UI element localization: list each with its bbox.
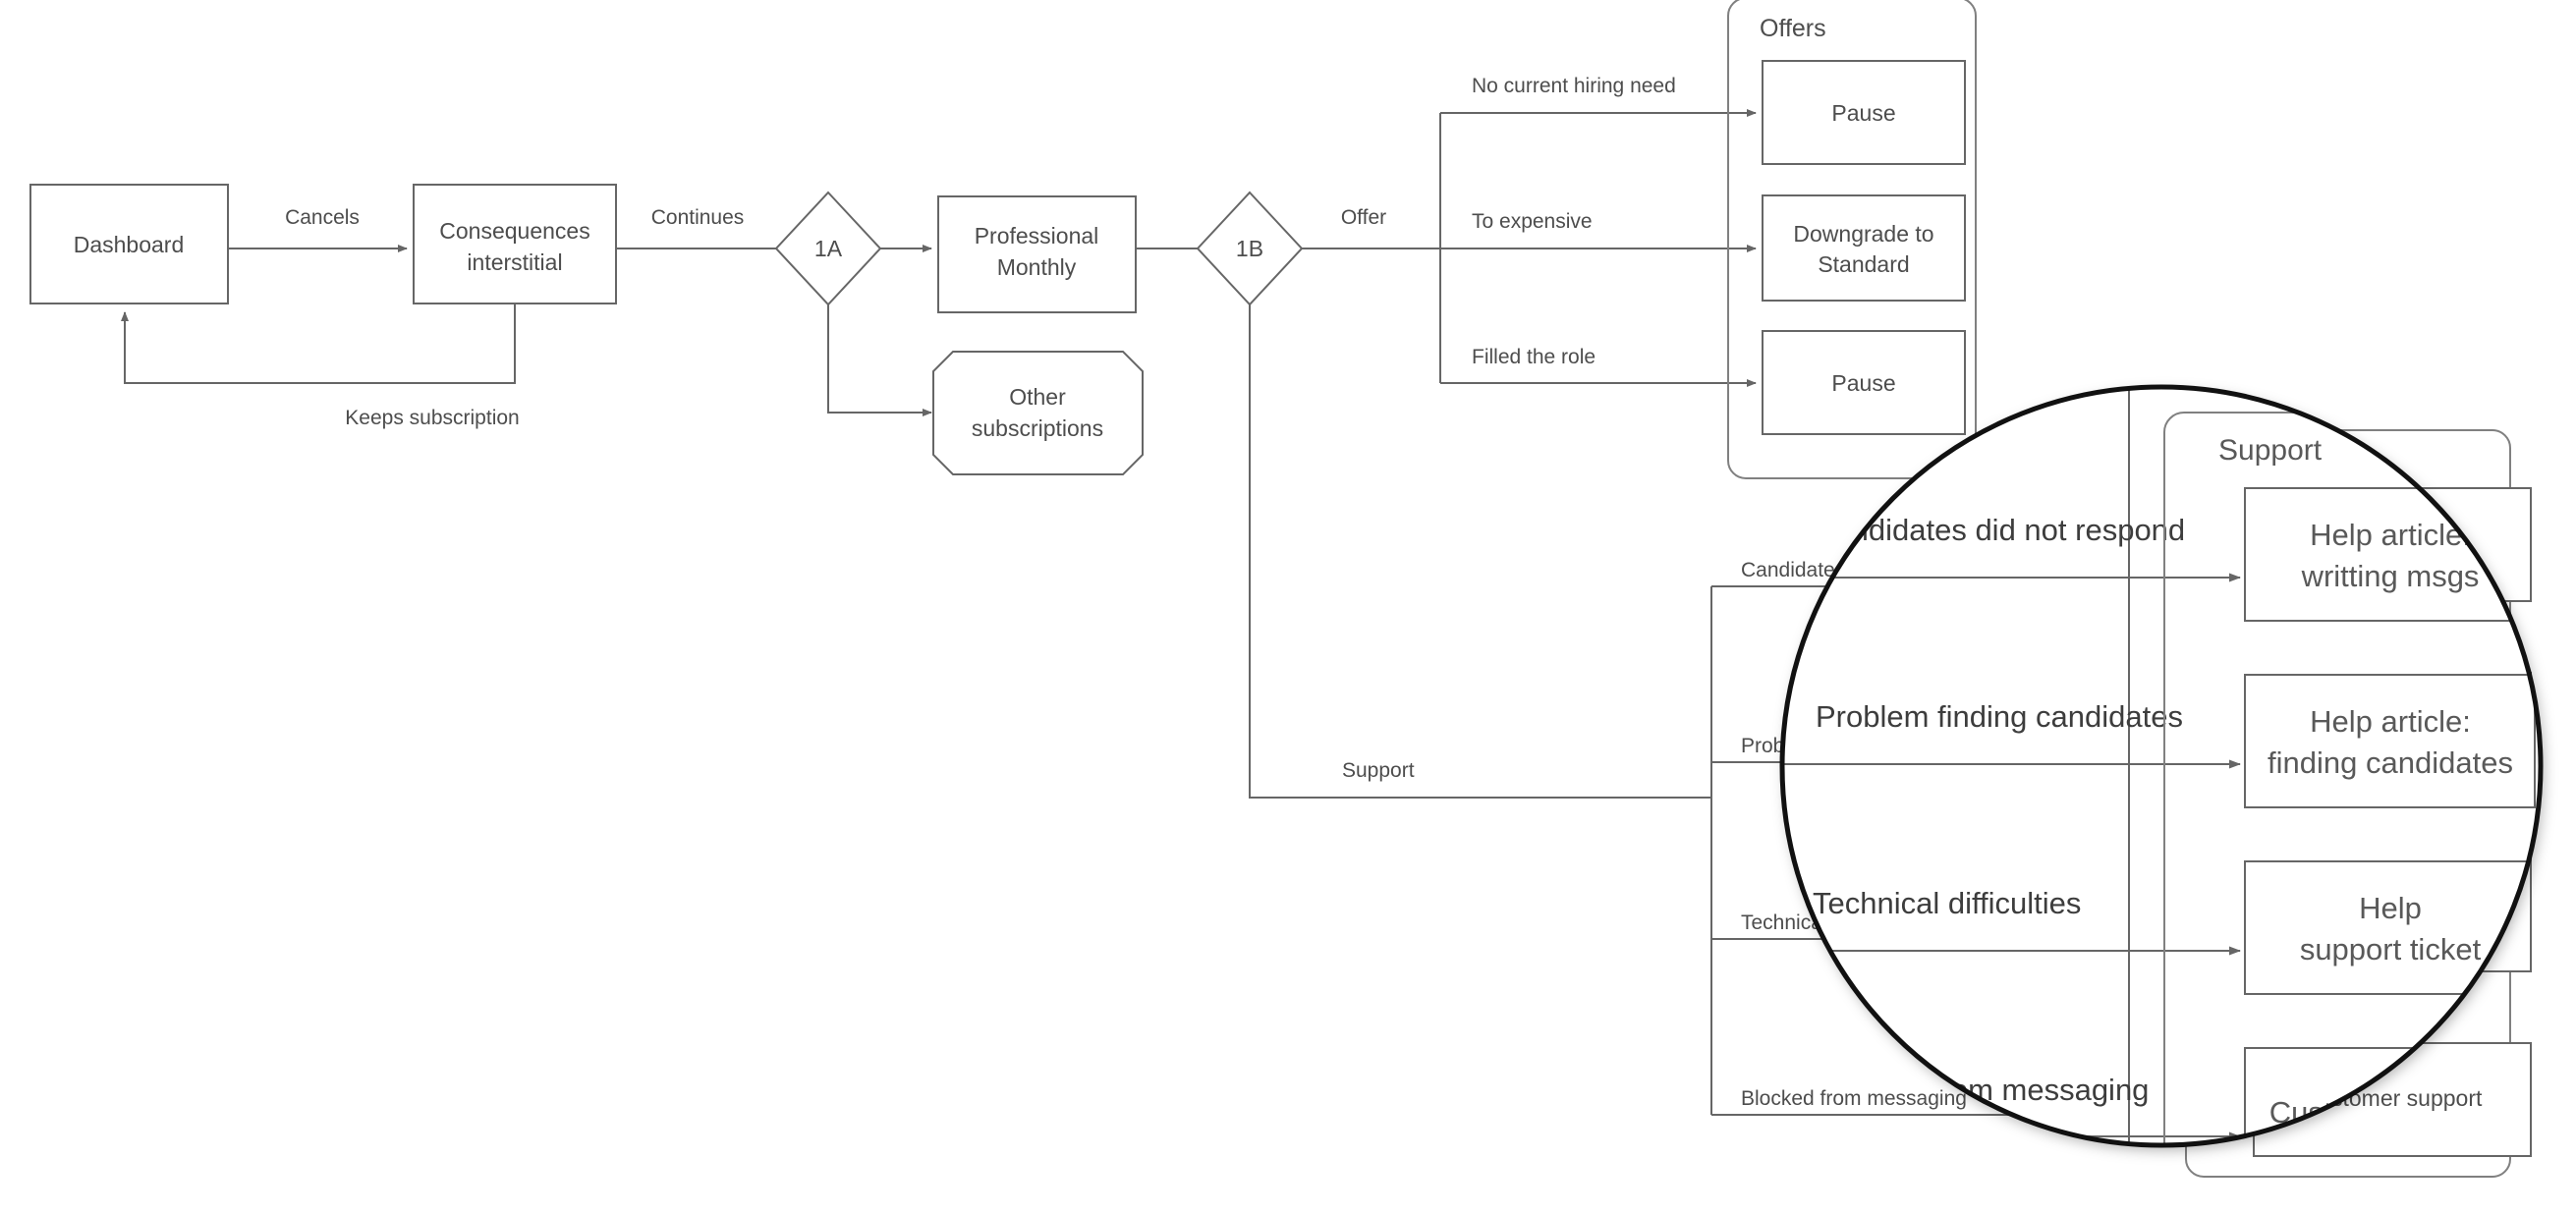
magnified-support-item-line1: Customer support [2269, 1095, 2512, 1130]
magnified-support-item-support-ticket[interactable]: Help support ticket [2244, 860, 2536, 995]
magnified-group-support-title: Support [2218, 434, 2323, 467]
magnified-label-problem-finding-candidates: Problem finding candidates [1816, 699, 2183, 734]
magnified-support-item-line2: support ticket [2300, 932, 2482, 966]
magnified-support-item-line2: writting msgs [2301, 559, 2480, 593]
magnifier-content: Candidates did not respond Problem findi… [1782, 387, 2541, 1145]
magnified-label-candidates-did-not-respond: Candidates did not respond [1813, 513, 2185, 547]
magnified-support-item-writing-msgs[interactable]: Help article: writting msgs [2244, 487, 2536, 622]
magnified-support-item-line1: Help article: [2310, 704, 2471, 739]
magnified-support-item-line1: Help article: [2310, 518, 2471, 552]
magnified-label-technical-difficulties: Technical difficulties [1813, 886, 2081, 920]
flowchart-canvas: Dashboard Consequences interstitial Canc… [0, 0, 2576, 1214]
magnified-support-item-finding-candidates[interactable]: Help article: finding candidates [2244, 674, 2536, 808]
magnified-support-item-line2: finding candidates [2268, 745, 2513, 780]
magnifier-overlay-layer[interactable]: Candidates did not respond Problem findi… [0, 0, 2576, 1214]
magnified-support-item-line1: Help [2359, 891, 2422, 925]
